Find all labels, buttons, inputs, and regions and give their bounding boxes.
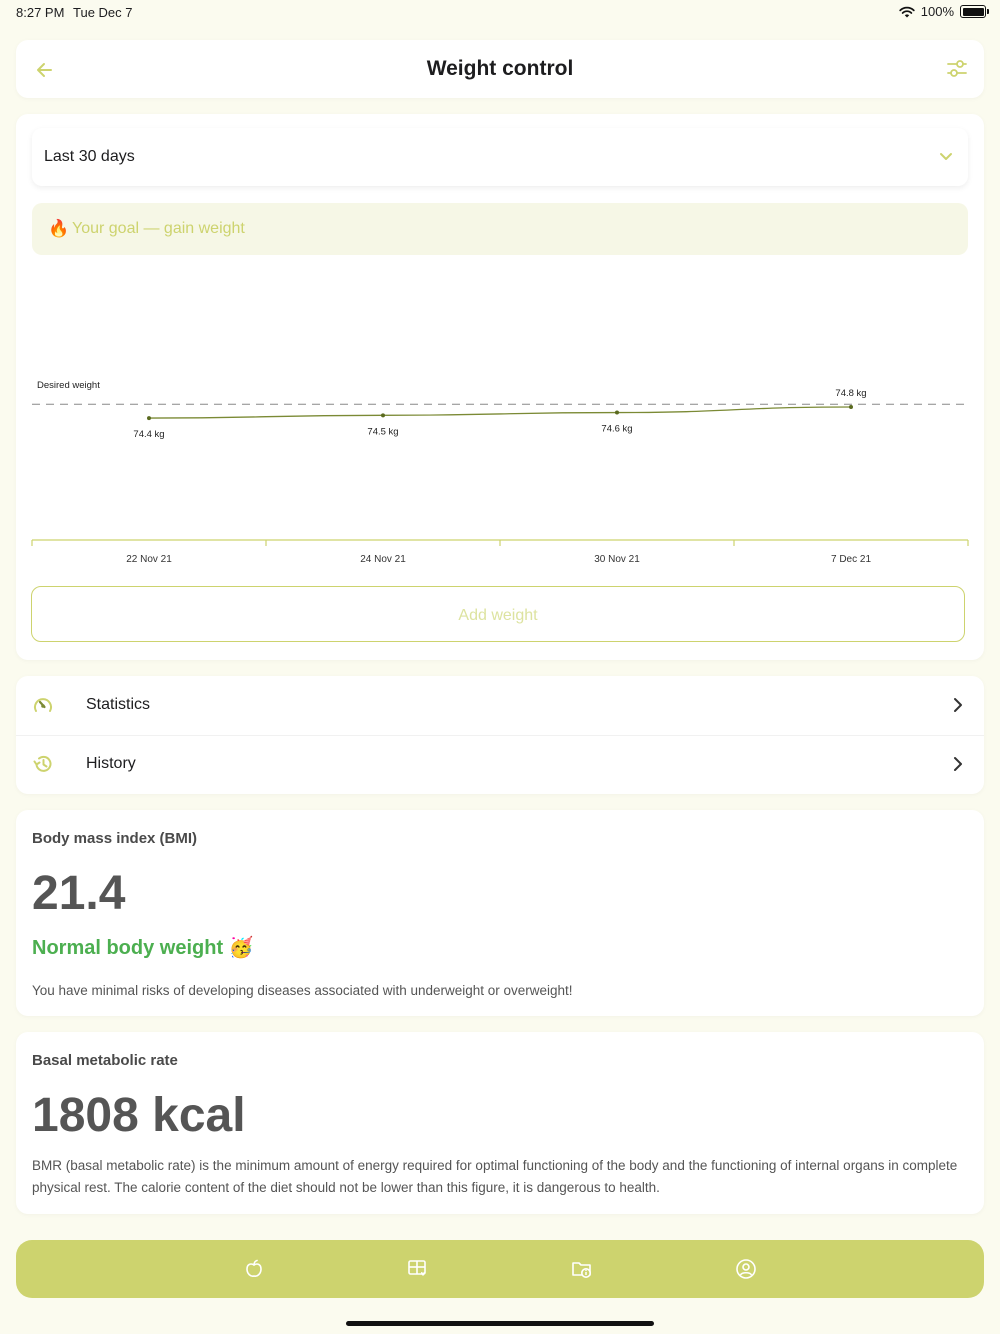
- goal-banner: 🔥 Your goal — gain weight: [32, 203, 968, 255]
- status-right: 100%: [899, 4, 989, 19]
- goal-text: Your goal — gain weight: [72, 220, 245, 237]
- page-title: Weight control: [426, 57, 574, 80]
- battery-percent: 100%: [920, 4, 954, 19]
- bmr-value: 1808 kcal: [32, 1089, 246, 1142]
- weight-point: [381, 413, 385, 418]
- sliders-icon[interactable]: [946, 58, 968, 80]
- weight-card: Last 30 days 🔥 Your goal — gain weight D…: [16, 114, 984, 660]
- menu-item-history[interactable]: History: [16, 735, 984, 794]
- menu-label-history: History: [86, 755, 136, 772]
- weight-point: [615, 410, 619, 415]
- x-tick-label: 24 Nov 21: [360, 554, 406, 565]
- add-weight-button[interactable]: Add weight: [31, 586, 965, 642]
- weight-series-line: [148, 406, 852, 419]
- chevron-right-icon: [954, 757, 962, 771]
- menu-label-statistics: Statistics: [86, 696, 151, 713]
- bmi-status-text: Normal body weight: [32, 937, 224, 959]
- period-select-value: Last 30 days: [44, 148, 135, 165]
- bmr-description: BMR (basal metabolic rate) is the minimu…: [32, 1158, 958, 1195]
- status-date: Tue Dec 7: [73, 5, 133, 20]
- chevron-down-icon: [940, 153, 952, 160]
- bottom-tab-bar: [16, 1240, 984, 1298]
- apple-icon[interactable]: [243, 1258, 265, 1280]
- header-bar: Weight control: [16, 40, 984, 98]
- party-face-icon: 🥳: [228, 937, 254, 959]
- bmi-value: 21.4: [32, 867, 126, 920]
- calendar-info-icon[interactable]: [571, 1258, 593, 1280]
- x-axis-ticks: 22 Nov 21 24 Nov 21 30 Nov 21 7 Dec 21: [31, 540, 969, 565]
- desired-weight-label: Desired weight: [37, 380, 100, 391]
- menu-item-statistics[interactable]: Statistics: [16, 676, 984, 735]
- bmi-description: You have minimal risks of developing dis…: [32, 983, 573, 998]
- bmi-status: Normal body weight 🥳: [32, 935, 254, 960]
- wifi-icon: [899, 6, 915, 17]
- battery-icon: [960, 5, 989, 18]
- fire-icon: 🔥: [48, 219, 70, 238]
- bmi-title: Body mass index (BMI): [32, 830, 198, 847]
- weight-point-label: 74.4 kg: [133, 429, 164, 440]
- weight-point-label: 74.5 kg: [367, 426, 398, 437]
- home-indicator: [346, 1321, 654, 1326]
- weight-point-label: 74.6 kg: [601, 424, 632, 435]
- profile-icon[interactable]: [735, 1258, 757, 1280]
- x-tick-label: 22 Nov 21: [126, 554, 172, 565]
- bmr-card: Basal metabolic rate 1808 kcal BMR (basa…: [16, 1032, 984, 1214]
- weight-point-label: 74.8 kg: [835, 388, 866, 399]
- weight-point: [147, 416, 151, 421]
- bmr-title: Basal metabolic rate: [32, 1052, 178, 1069]
- x-tick-label: 30 Nov 21: [594, 554, 640, 565]
- x-tick-label: 7 Dec 21: [831, 554, 871, 565]
- chevron-right-icon: [954, 698, 962, 712]
- history-icon: [33, 755, 52, 772]
- period-select[interactable]: Last 30 days: [32, 128, 968, 186]
- menu-card: Statistics History: [16, 676, 984, 794]
- status-bar: 8:27 PM Tue Dec 7 100%: [0, 0, 1000, 26]
- weight-chart: Desired weight 74.4 kg 74.5 kg 74.6 kg 74.8…: [31, 380, 969, 565]
- bmi-card: Body mass index (BMI) 21.4 Normal body w…: [16, 810, 984, 1016]
- gauge-icon: [34, 698, 52, 712]
- status-time: 8:27 PM: [16, 5, 65, 20]
- weight-point: [849, 405, 853, 409]
- meal-plan-icon[interactable]: [407, 1258, 429, 1280]
